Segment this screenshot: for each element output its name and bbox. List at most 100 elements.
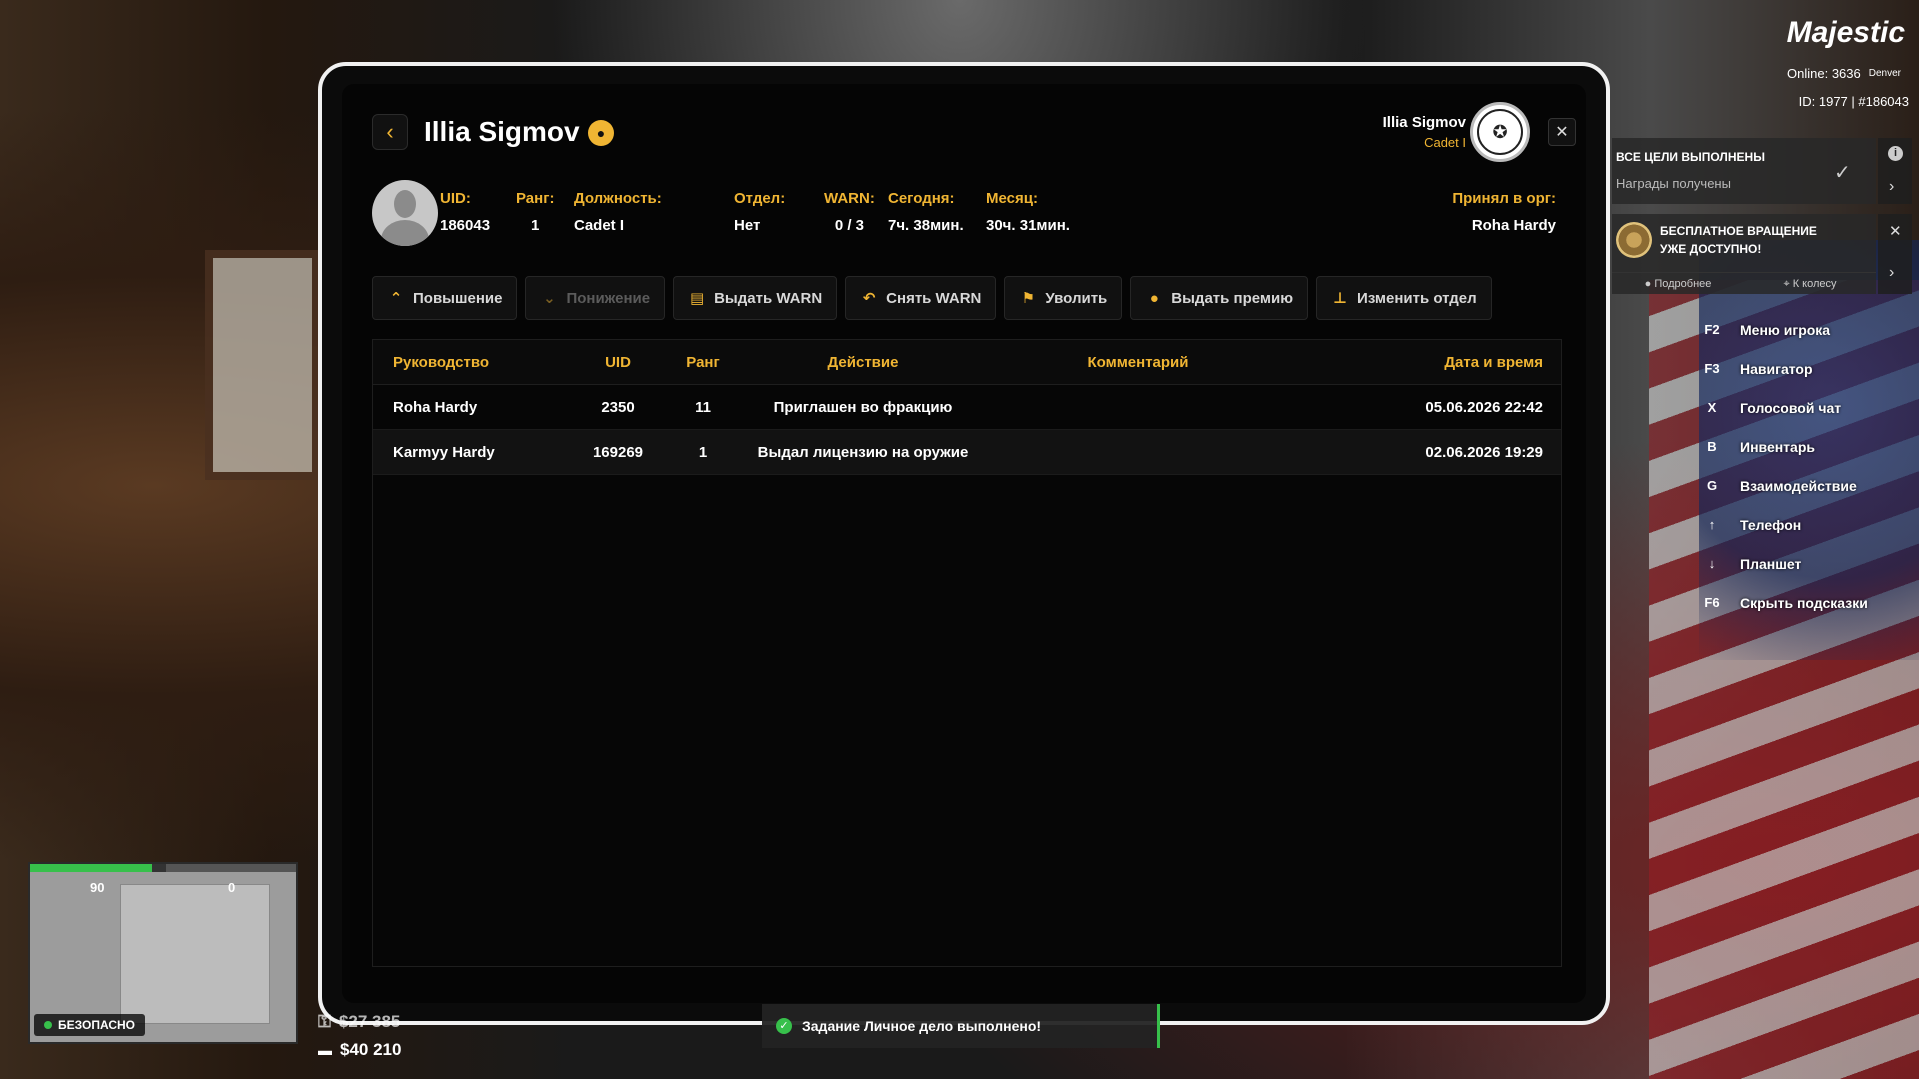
give-bonus-button[interactable]: ● Выдать премию [1130,276,1309,320]
info-today-label: Сегодня: [888,190,955,207]
goals-card[interactable]: ВСЕ ЦЕЛИ ВЫПОЛНЕНЫ Награды получены ✓ [1612,138,1876,204]
avatar [372,180,438,246]
org-chart-icon: ⊥ [1333,290,1347,307]
info-icon[interactable]: i [1888,146,1903,161]
header-action: Действие [827,353,899,371]
give-warn-button[interactable]: ▤ Выдать WARN [673,276,838,320]
info-position-label: Должность: [574,190,662,207]
header-user: Illia Sigmov Cadet I [1383,114,1466,150]
armor-bar [166,864,296,872]
chevron-right-icon[interactable]: › [1889,264,1894,282]
close-button[interactable]: ✕ [1548,118,1576,146]
hint-item: F6 Скрыть подсказки [1696,583,1868,622]
info-rank-value: 1 [531,217,540,234]
hint-item: G Взаимодействие [1696,466,1868,505]
back-button[interactable]: ‹ [372,114,408,150]
check-icon: ✓ [1834,162,1851,184]
cell-rank: 11 [695,398,711,416]
info-department-label: Отдел: [734,190,786,207]
personnel-file-screen: ‹ Illia Sigmov ● Illia Sigmov Cadet I ✪ … [342,84,1586,1003]
chevron-left-icon: ‹ [386,119,394,144]
history-table: Руководство UID Ранг Действие Комментари… [372,339,1562,967]
info-warn-label: WARN: [824,190,875,207]
free-spin-side-panel: ✕ › [1878,214,1912,294]
to-wheel-link[interactable]: ⌖ К колесу [1744,273,1876,294]
info-position-value: Cadet I [574,217,625,234]
to-wheel-link-label: К колесу [1792,278,1837,290]
header-uid: UID [605,353,631,371]
notification-text: Задание Личное дело выполнено! [802,1018,1042,1034]
goals-subtitle: Награды получены [1616,176,1731,191]
wheel-icon [1616,222,1652,258]
change-department-button[interactable]: ⊥ Изменить отдел [1316,276,1492,320]
hint-label: Инвентарь [1740,438,1815,455]
card-icon: ▬ [318,1042,332,1058]
change-department-label: Изменить отдел [1357,289,1477,307]
info-accepted-by: Принял в орг: Roha Hardy [1452,190,1556,234]
map-building [120,884,270,1024]
goals-side-panel: i › [1878,138,1912,204]
hint-item: ↓ Планшет [1696,544,1868,583]
info-today: Сегодня: 7ч. 38мин. [888,190,964,234]
header-management: Руководство [393,353,490,371]
background-board [205,250,320,480]
info-month-value: 30ч. 31мин. [986,217,1070,234]
hint-item: F3 Навигатор [1696,349,1868,388]
hint-label: Скрыть подсказки [1740,594,1868,611]
info-department-value: Нет [734,217,761,234]
info-rank-label: Ранг: [516,190,555,207]
close-icon[interactable]: ✕ [1889,222,1902,240]
cell-action: Выдал лицензию на оружие [757,443,969,461]
fire-button[interactable]: ⚑ Уволить [1004,276,1123,320]
info-uid: UID: 186043 [440,190,490,234]
info-department: Отдел: Нет [734,190,785,234]
hint-key: ↓ [1708,556,1716,571]
more-link[interactable]: ● Подробнее [1612,273,1744,294]
hint-key: ↑ [1708,517,1716,532]
remove-warn-button[interactable]: ↶ Снять WARN [845,276,997,320]
info-accepted-by-label: Принял в орг: [1452,190,1556,207]
info-month-label: Месяц: [986,190,1038,207]
cell-uid: 169269 [592,443,644,461]
info-uid-value: 186043 [440,217,491,234]
hint-item: F2 Меню игрока [1696,310,1868,349]
server-name: Denver [1868,68,1901,79]
demote-button[interactable]: ⌄ Понижение [525,276,666,320]
person-badge-icon: ● [588,120,614,146]
table-row: Karmyy Hardy 169269 1 Выдал лицензию на … [373,430,1561,475]
safe-zone-badge: БЕЗОПАСНО [34,1014,145,1036]
hint-key: G [1706,478,1718,493]
health-bar [30,864,152,872]
chevron-right-icon[interactable]: › [1889,178,1894,196]
info-uid-label: UID: [440,190,471,207]
remove-warn-label: Снять WARN [886,289,982,307]
table-row: Roha Hardy 2350 11 Приглашен во фракцию … [373,385,1561,430]
more-link-label: Подробнее [1654,278,1712,290]
hint-item: B Инвентарь [1696,427,1868,466]
armor-value: 0 [228,880,236,895]
goals-title: ВСЕ ЦЕЛИ ВЫПОЛНЕНЫ [1616,150,1765,164]
department-seal-logo: ✪ [1470,102,1530,162]
safe-zone-label: БЕЗОПАСНО [58,1018,135,1032]
free-spin-links: ● Подробнее ⌖ К колесу [1612,272,1876,294]
hint-label: Взаимодействие [1740,477,1857,494]
hint-item: X Голосовой чат [1696,388,1868,427]
player-id: ID: 1977 | #186043 [1798,94,1909,109]
tablet-frame: ‹ Illia Sigmov ● Illia Sigmov Cadet I ✪ … [318,62,1610,1025]
header-rank: Ранг [686,353,720,371]
task-notification: ✓ Задание Личное дело выполнено! [762,1004,1160,1048]
majestic-logo: Majestic [1786,16,1905,49]
promote-button[interactable]: ⌃ Повышение [372,276,518,320]
bank-balance: ▬ $40 210 [318,1040,401,1060]
table-header: Руководство UID Ранг Действие Комментари… [373,340,1561,385]
hint-label: Телефон [1740,516,1802,533]
cell-datetime: 02.06.2026 19:29 [1425,443,1543,461]
undo-icon: ↶ [862,290,876,307]
demote-label: Понижение [566,289,651,307]
hint-label: Меню игрока [1740,321,1831,338]
info-accepted-by-value: Roha Hardy [1471,217,1556,234]
info-warn: WARN: 0 / 3 [824,190,875,234]
info-warn-value: 0 / 3 [834,217,864,234]
chevron-up-icon: ⌃ [389,290,403,307]
header-datetime: Дата и время [1444,353,1543,371]
